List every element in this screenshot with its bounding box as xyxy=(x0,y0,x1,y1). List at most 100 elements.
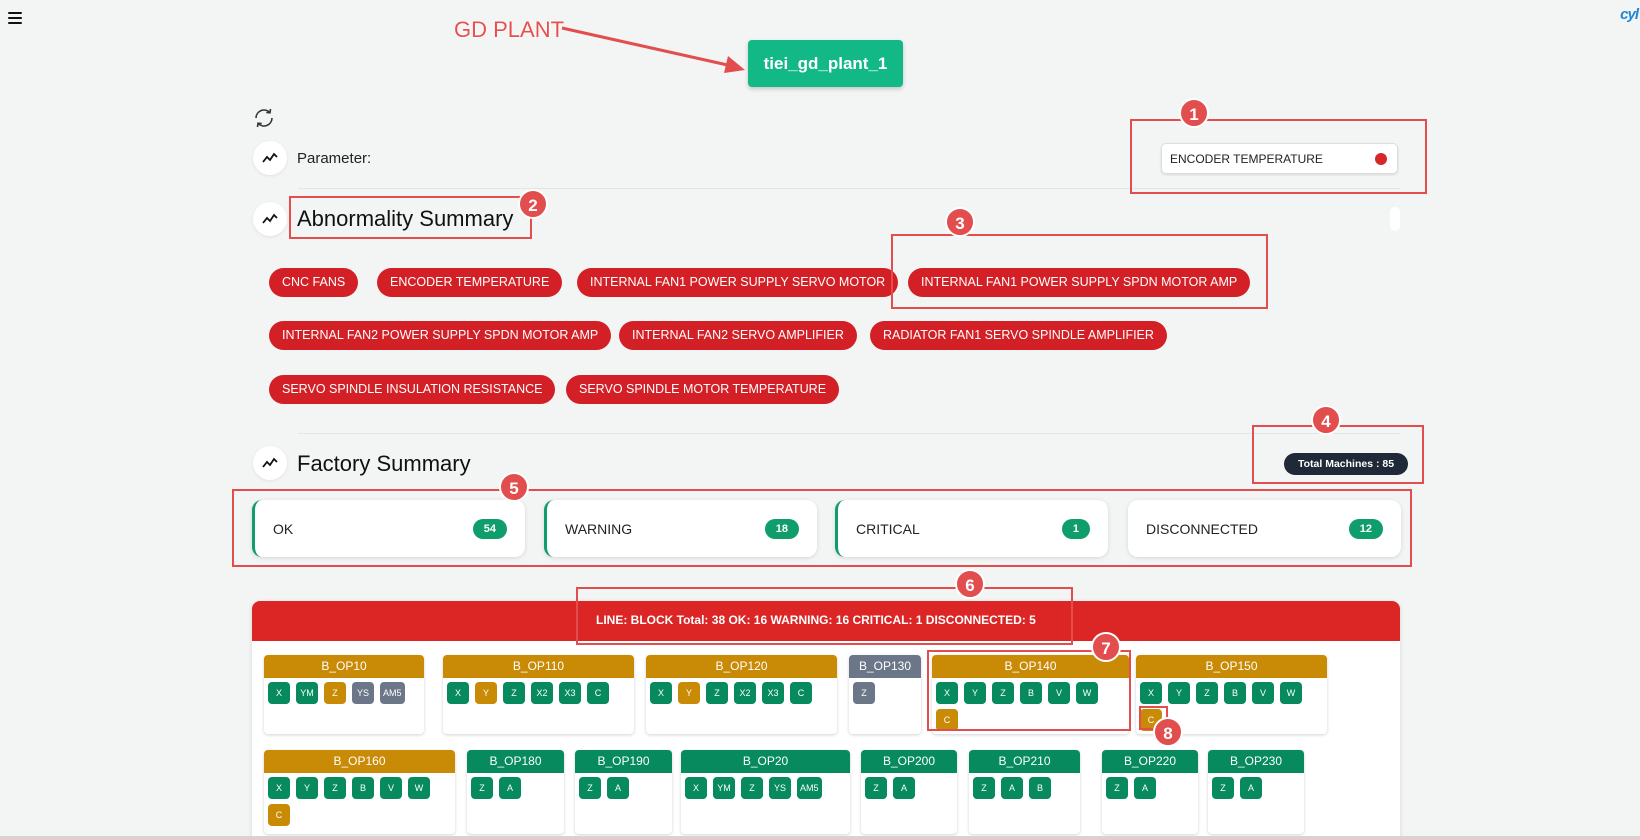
axis-badge[interactable]: Y xyxy=(296,777,318,799)
axis-badge[interactable]: W xyxy=(1076,682,1098,704)
abnormality-tag[interactable]: INTERNAL FAN1 POWER SUPPLY SPDN MOTOR AM… xyxy=(908,268,1251,297)
axis-badge[interactable]: X3 xyxy=(559,682,581,704)
axis-list: ZA xyxy=(575,773,672,804)
axis-badge[interactable]: X xyxy=(685,777,707,799)
axis-badge[interactable]: X xyxy=(447,682,469,704)
axis-badge[interactable]: AM5 xyxy=(380,682,405,704)
axis-badge[interactable]: X xyxy=(650,682,672,704)
axis-badge[interactable]: YS xyxy=(352,682,374,704)
axis-badge[interactable]: YM xyxy=(713,777,735,799)
axis-badge[interactable]: YM xyxy=(296,682,318,704)
machine-card[interactable]: B_OP10 X YM Z YS AM5 xyxy=(264,655,424,734)
axis-badge[interactable]: Z xyxy=(741,777,763,799)
axis-badge[interactable]: A xyxy=(499,777,521,799)
axis-badge[interactable]: Z xyxy=(324,777,346,799)
axis-badge[interactable]: Z xyxy=(992,682,1014,704)
abnormality-tag[interactable]: SERVO SPINDLE MOTOR TEMPERATURE xyxy=(566,375,840,404)
axis-badge[interactable]: B xyxy=(1224,682,1246,704)
axis-badge[interactable]: V xyxy=(380,777,402,799)
axis-badge[interactable]: Z xyxy=(503,682,525,704)
axis-badge[interactable]: Y xyxy=(1168,682,1190,704)
axis-badge[interactable]: Y xyxy=(678,682,700,704)
axis-badge[interactable]: V xyxy=(1252,682,1274,704)
machine-card[interactable]: B_OP200 Z A xyxy=(861,750,957,834)
plant-selector-button[interactable]: tiei_gd_plant_1 xyxy=(748,40,903,87)
axis-badge[interactable]: C xyxy=(587,682,609,704)
total-machines-badge: Total Machines : 85 xyxy=(1284,453,1409,475)
axis-badge[interactable]: X xyxy=(268,682,290,704)
axis-badge[interactable]: Z xyxy=(865,777,887,799)
annotation-number-badge: 3 xyxy=(945,207,975,237)
axis-badge[interactable]: X3 xyxy=(762,682,784,704)
machine-card[interactable]: B_OP180 Z A xyxy=(467,750,564,834)
abnormality-tag[interactable]: CNC FANS xyxy=(269,268,359,297)
abnormality-tag[interactable]: INTERNAL FAN2 SERVO AMPLIFIER xyxy=(619,321,857,350)
axis-badge[interactable]: A xyxy=(1001,777,1023,799)
axis-badge[interactable]: A xyxy=(893,777,915,799)
machine-card[interactable]: B_OP20 X YM Z YS AM5 xyxy=(681,750,850,834)
annotation-number-badge: 1 xyxy=(1179,98,1209,128)
annotation-number-badge: 2 xyxy=(518,189,548,219)
brand-logo: cyl xyxy=(1620,6,1639,23)
abnormality-tag[interactable]: INTERNAL FAN2 POWER SUPPLY SPDN MOTOR AM… xyxy=(269,321,612,350)
axis-badge[interactable]: X2 xyxy=(734,682,756,704)
machine-name: B_OP160 xyxy=(264,750,455,773)
parameter-select[interactable]: ENCODER TEMPERATURE xyxy=(1161,143,1398,174)
axis-badge[interactable]: B xyxy=(1029,777,1051,799)
axis-badge[interactable]: Z xyxy=(1106,777,1128,799)
annotation-arrow-icon xyxy=(561,26,745,73)
machine-name: B_OP20 xyxy=(681,750,850,773)
axis-badge[interactable]: C xyxy=(790,682,812,704)
axis-badge[interactable]: A xyxy=(607,777,629,799)
axis-badge[interactable]: X2 xyxy=(531,682,553,704)
stat-card-ok[interactable]: OK 54 xyxy=(252,500,525,557)
axis-list: X Y Z X2 X3 C xyxy=(646,678,837,709)
machine-card[interactable]: B_OP140 X Y Z B V W C xyxy=(932,655,1129,734)
axis-badge[interactable]: W xyxy=(1280,682,1302,704)
abnormality-tag[interactable]: ENCODER TEMPERATURE xyxy=(377,268,563,297)
axis-list: ZA xyxy=(861,773,957,804)
axis-badge[interactable]: AM5 xyxy=(797,777,822,799)
status-dot-icon xyxy=(1375,153,1387,165)
axis-badge[interactable]: B xyxy=(1020,682,1042,704)
axis-badge[interactable]: V xyxy=(1048,682,1070,704)
machine-card[interactable]: B_OP110 X Y Z X2 X3 C xyxy=(443,655,634,734)
axis-badge[interactable]: YS xyxy=(769,777,791,799)
axis-badge[interactable]: W xyxy=(408,777,430,799)
axis-badge[interactable]: C xyxy=(936,709,958,731)
axis-badge[interactable]: X xyxy=(268,777,290,799)
abnormality-tag[interactable]: INTERNAL FAN1 POWER SUPPLY SERVO MOTOR xyxy=(577,268,899,297)
machine-card[interactable]: B_OP230 Z A xyxy=(1208,750,1304,834)
stat-card-disconnected[interactable]: DISCONNECTED 12 xyxy=(1128,500,1401,557)
axis-badge[interactable]: Z xyxy=(1212,777,1234,799)
machine-card[interactable]: B_OP210 Z A B xyxy=(969,750,1080,834)
machine-card[interactable]: B_OP220 Z A xyxy=(1102,750,1198,834)
axis-badge[interactable]: Z xyxy=(853,682,875,704)
axis-badge[interactable]: Z xyxy=(471,777,493,799)
stat-card-critical[interactable]: CRITICAL 1 xyxy=(835,500,1108,557)
axis-badge[interactable]: Z xyxy=(579,777,601,799)
axis-badge[interactable]: A xyxy=(1134,777,1156,799)
axis-badge[interactable]: Y xyxy=(475,682,497,704)
axis-badge[interactable]: Z xyxy=(973,777,995,799)
axis-badge[interactable]: A xyxy=(1240,777,1262,799)
machine-card[interactable]: B_OP120 X Y Z X2 X3 C xyxy=(646,655,837,734)
menu-icon[interactable] xyxy=(8,12,22,24)
abnormality-tag[interactable]: SERVO SPINDLE INSULATION RESISTANCE xyxy=(269,375,556,404)
axis-badge[interactable]: B xyxy=(352,777,374,799)
stat-card-warning[interactable]: WARNING 18 xyxy=(544,500,817,557)
machine-card[interactable]: B_OP130 Z xyxy=(849,655,921,734)
axis-badge[interactable]: C xyxy=(268,804,290,826)
machine-card[interactable]: B_OP160 X Y Z B V W C xyxy=(264,750,455,834)
axis-badge[interactable]: X xyxy=(936,682,958,704)
abnormality-tag[interactable]: RADIATOR FAN1 SERVO SPINDLE AMPLIFIER xyxy=(870,321,1167,350)
machine-name: B_OP190 xyxy=(575,750,672,773)
refresh-icon[interactable] xyxy=(252,106,276,130)
axis-badge[interactable]: X xyxy=(1140,682,1162,704)
axis-badge[interactable]: Z xyxy=(324,682,346,704)
axis-badge[interactable]: Y xyxy=(964,682,986,704)
scroll-indicator[interactable] xyxy=(1390,207,1400,231)
axis-badge[interactable]: Z xyxy=(706,682,728,704)
axis-badge[interactable]: Z xyxy=(1196,682,1218,704)
machine-card[interactable]: B_OP190 Z A xyxy=(575,750,672,834)
